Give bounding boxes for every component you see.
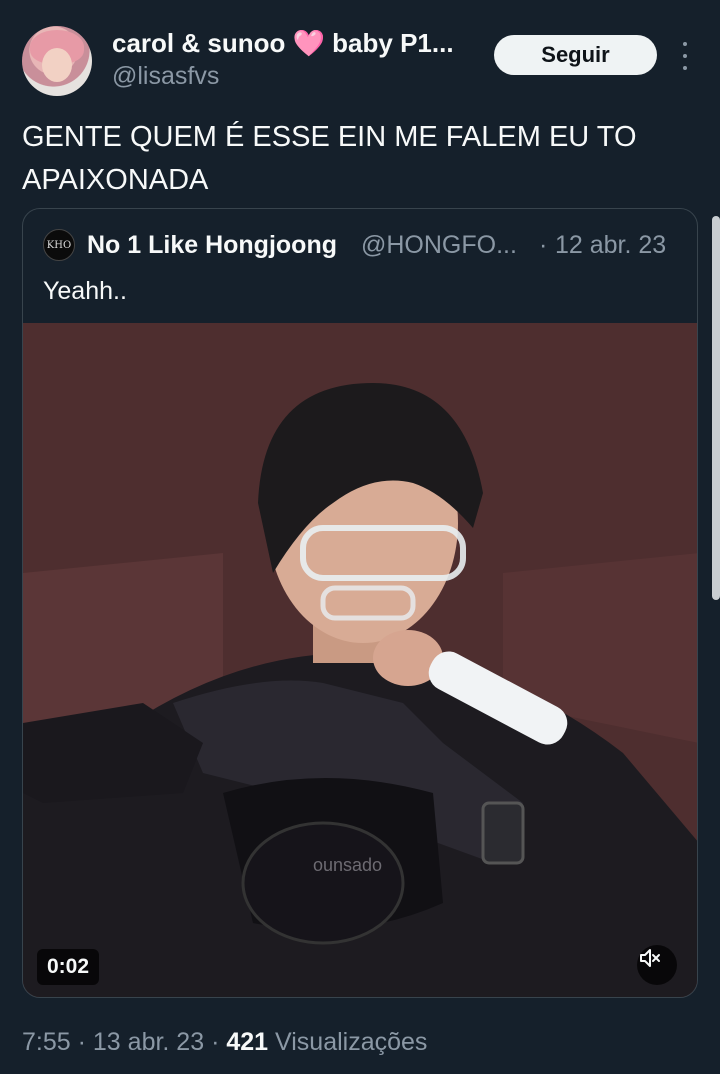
meta-separator: · <box>211 1028 220 1056</box>
quoted-date[interactable]: 12 abr. 23 <box>555 229 666 261</box>
quoted-avatar-logo: KHO <box>46 239 72 251</box>
avatar-face <box>42 48 72 82</box>
speaker-muted-icon <box>640 949 660 967</box>
quoted-handle[interactable]: @HONGFO... <box>361 229 517 261</box>
video-frame: ounsado <box>23 323 697 997</box>
author-display-name[interactable]: carol & sunoo 🩷 baby P1... <box>112 28 472 58</box>
video-watermark: ounsado <box>313 855 382 875</box>
quoted-separator: · <box>539 231 548 259</box>
author-handle[interactable]: @lisasfvs <box>112 62 219 90</box>
quoted-display-name[interactable]: No 1 Like Hongjoong <box>87 229 337 261</box>
follow-button[interactable]: Seguir <box>494 35 657 75</box>
tweet-header: carol & sunoo 🩷 baby P1... @lisasfvs Seg… <box>0 0 720 110</box>
views-label[interactable]: Visualizações <box>275 1028 427 1056</box>
video-player[interactable]: ounsado 0:02 <box>23 323 697 997</box>
scrollbar-thumb[interactable] <box>712 216 720 600</box>
quoted-author-avatar[interactable]: KHO <box>43 229 75 261</box>
author-avatar[interactable] <box>22 26 92 96</box>
tweet-date[interactable]: 13 abr. 23 <box>93 1028 204 1056</box>
tweet-time[interactable]: 7:55 <box>22 1028 71 1056</box>
quoted-text: Yeahh.. <box>43 277 127 305</box>
mute-toggle-button[interactable] <box>637 945 677 985</box>
views-count: 421 <box>226 1028 269 1056</box>
tweet-meta: 7:55 · 13 abr. 23 · 421 Visualizações <box>22 1024 427 1060</box>
tweet-text: GENTE QUEM É ESSE EIN ME FALEM EU TO APA… <box>22 121 637 196</box>
meta-separator: · <box>77 1028 86 1056</box>
more-options-icon[interactable] <box>676 42 694 70</box>
quoted-tweet[interactable]: KHO No 1 Like Hongjoong @HONGFO... · 12 … <box>22 208 698 998</box>
video-duration-badge: 0:02 <box>37 949 100 985</box>
